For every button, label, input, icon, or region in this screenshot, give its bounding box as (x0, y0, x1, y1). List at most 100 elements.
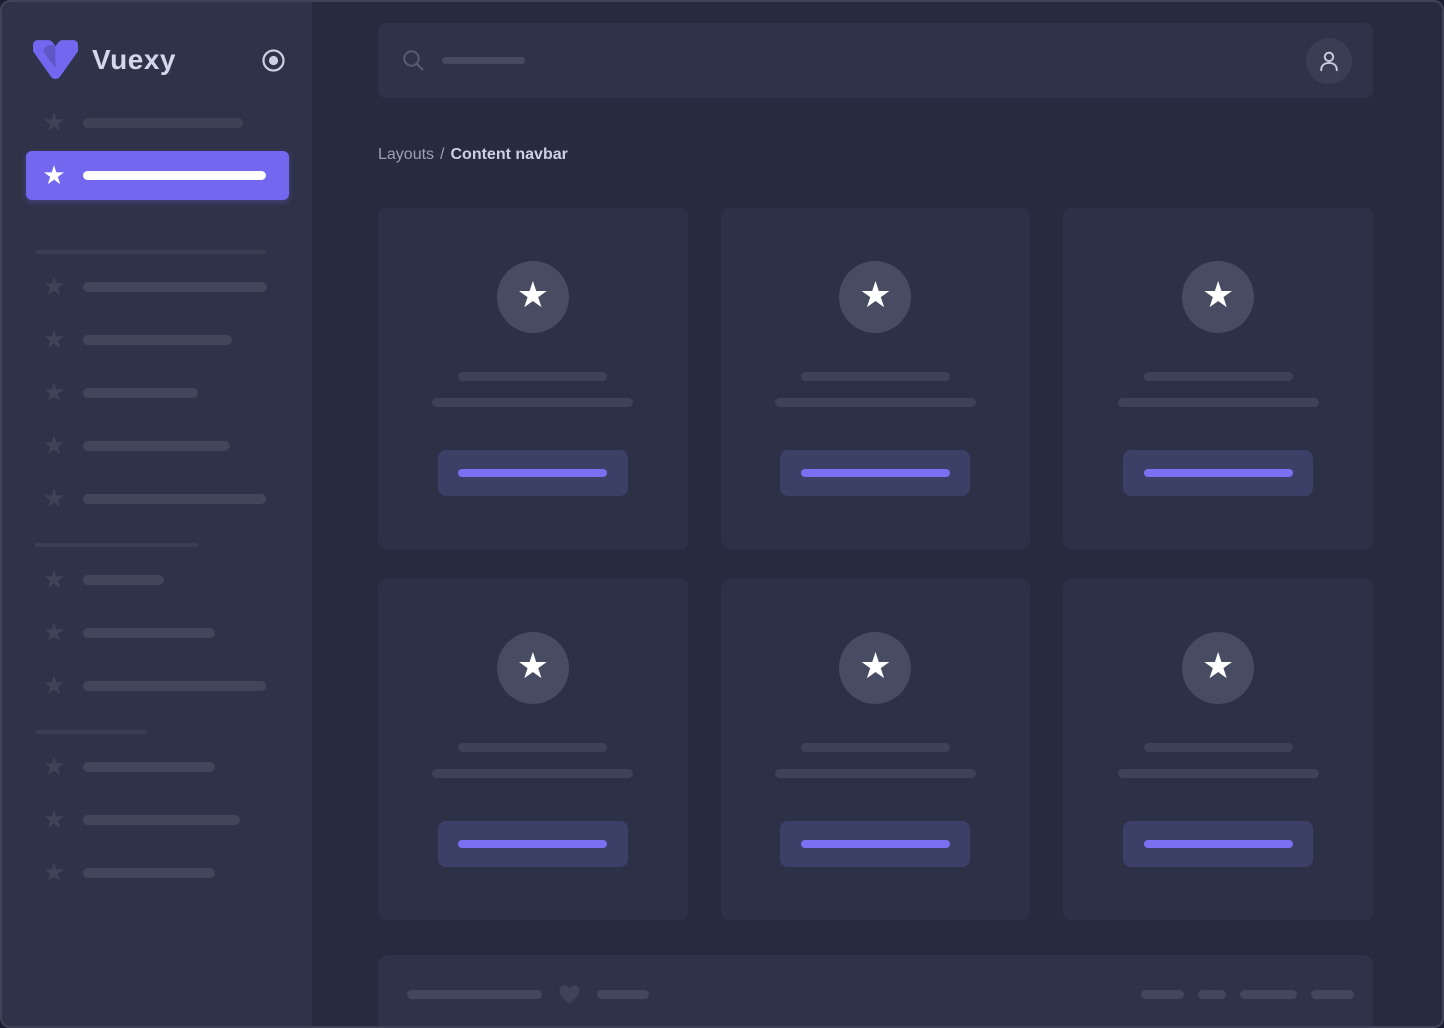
sidebar: Vuexy ★ ★ ★ ★ ★ ★ ★ ★ ★ ★ ★ ★ ★ (2, 2, 312, 1026)
footer-left (407, 984, 649, 1005)
sidebar-menu-item[interactable]: ★ (42, 674, 288, 698)
main-content: Layouts / Content navbar ★ ★ ★ ★ ★ ★ (312, 2, 1442, 1026)
sidebar-menu-item[interactable]: ★ (42, 328, 288, 352)
skeleton-text-line (1144, 372, 1293, 381)
star-icon: ★ (42, 755, 66, 779)
skeleton-text-bar (83, 575, 164, 585)
person-icon (1316, 48, 1342, 74)
sidebar-menu-item[interactable]: ★ (42, 568, 288, 592)
sidebar-menu-item[interactable]: ★ (42, 434, 288, 458)
sidebar-section-divider (35, 730, 147, 734)
star-icon: ★ (42, 861, 66, 885)
brand-logo[interactable]: Vuexy (32, 39, 176, 82)
skeleton-text-line (432, 769, 633, 778)
footer-skeleton-bar (1198, 990, 1226, 999)
skeleton-text-bar (83, 282, 267, 292)
star-icon: ★ (42, 111, 66, 135)
star-icon: ★ (42, 621, 66, 645)
search-placeholder-bar (442, 57, 525, 64)
skeleton-text-bar (83, 118, 243, 128)
sidebar-menu-item-active[interactable]: ★ (26, 151, 289, 200)
sidebar-menu-item[interactable]: ★ (42, 275, 288, 299)
sidebar-menu-item[interactable]: ★ (42, 111, 288, 135)
sidebar-menu-item[interactable]: ★ (42, 621, 288, 645)
user-avatar[interactable] (1306, 38, 1352, 84)
card: ★ (1063, 208, 1373, 549)
breadcrumb: Layouts / Content navbar (378, 145, 1373, 164)
skeleton-text-line (1118, 398, 1319, 407)
sidebar-section-divider (35, 250, 266, 254)
skeleton-text-bar (83, 868, 215, 878)
search-icon (402, 49, 425, 72)
card-button[interactable] (438, 821, 628, 867)
card: ★ (721, 208, 1031, 549)
star-icon: ★ (42, 674, 66, 698)
skeleton-text-bar (83, 335, 232, 345)
skeleton-text-bar (83, 388, 198, 398)
footer-right (1141, 990, 1354, 999)
footer-skeleton-bar (1240, 990, 1297, 999)
button-label-bar (801, 469, 950, 477)
skeleton-text-bar (83, 441, 230, 451)
top-navbar (378, 23, 1373, 98)
card-grid: ★ ★ ★ ★ ★ ★ (378, 208, 1373, 920)
skeleton-text-line (801, 743, 950, 752)
card-avatar-circle: ★ (497, 632, 569, 704)
sidebar-pin-toggle-icon[interactable] (261, 48, 286, 73)
skeleton-text-line (458, 743, 607, 752)
button-label-bar (458, 469, 607, 477)
star-icon: ★ (42, 381, 66, 405)
sidebar-menu-item[interactable]: ★ (42, 861, 288, 885)
sidebar-menu: ★ ★ ★ ★ ★ ★ ★ ★ ★ ★ ★ ★ ★ (2, 111, 312, 885)
sidebar-section-divider (35, 543, 198, 547)
footer-skeleton-bar (1311, 990, 1354, 999)
breadcrumb-separator: / (440, 146, 444, 163)
skeleton-text-line (775, 769, 976, 778)
search-box[interactable] (402, 49, 1306, 72)
skeleton-text-line (458, 372, 607, 381)
sidebar-menu-item[interactable]: ★ (42, 755, 288, 779)
card: ★ (1063, 579, 1373, 920)
button-label-bar (801, 840, 950, 848)
star-icon: ★ (42, 164, 66, 188)
star-icon: ★ (42, 568, 66, 592)
star-icon: ★ (859, 649, 891, 685)
app-frame: Vuexy ★ ★ ★ ★ ★ ★ ★ ★ ★ ★ ★ ★ ★ (0, 0, 1444, 1028)
sidebar-menu-item[interactable]: ★ (42, 487, 288, 511)
card-avatar-circle: ★ (1182, 632, 1254, 704)
breadcrumb-parent[interactable]: Layouts (378, 146, 434, 163)
footer-skeleton-bar (1141, 990, 1184, 999)
card: ★ (378, 579, 688, 920)
footer-card (378, 955, 1373, 1028)
skeleton-text-bar (83, 494, 266, 504)
card: ★ (721, 579, 1031, 920)
star-icon: ★ (42, 487, 66, 511)
star-icon: ★ (1202, 649, 1234, 685)
star-icon: ★ (517, 278, 549, 314)
breadcrumb-current: Content navbar (451, 146, 568, 163)
heart-icon (558, 984, 581, 1005)
skeleton-text-bar (83, 681, 266, 691)
card-avatar-circle: ★ (839, 632, 911, 704)
card-button[interactable] (1123, 450, 1313, 496)
sidebar-menu-item[interactable]: ★ (42, 381, 288, 405)
card-button[interactable] (780, 450, 970, 496)
star-icon: ★ (42, 328, 66, 352)
skeleton-text-line (775, 398, 976, 407)
app-title: Vuexy (92, 44, 176, 76)
star-icon: ★ (517, 649, 549, 685)
card-avatar-circle: ★ (839, 261, 911, 333)
skeleton-text-bar (83, 815, 240, 825)
card-avatar-circle: ★ (1182, 261, 1254, 333)
star-icon: ★ (42, 434, 66, 458)
skeleton-text-line (1118, 769, 1319, 778)
skeleton-text-bar (83, 628, 215, 638)
card-button[interactable] (1123, 821, 1313, 867)
star-icon: ★ (42, 275, 66, 299)
skeleton-text-bar (83, 762, 215, 772)
card-avatar-circle: ★ (497, 261, 569, 333)
sidebar-menu-item[interactable]: ★ (42, 808, 288, 832)
card-button[interactable] (780, 821, 970, 867)
skeleton-text-bar (83, 171, 266, 180)
card-button[interactable] (438, 450, 628, 496)
